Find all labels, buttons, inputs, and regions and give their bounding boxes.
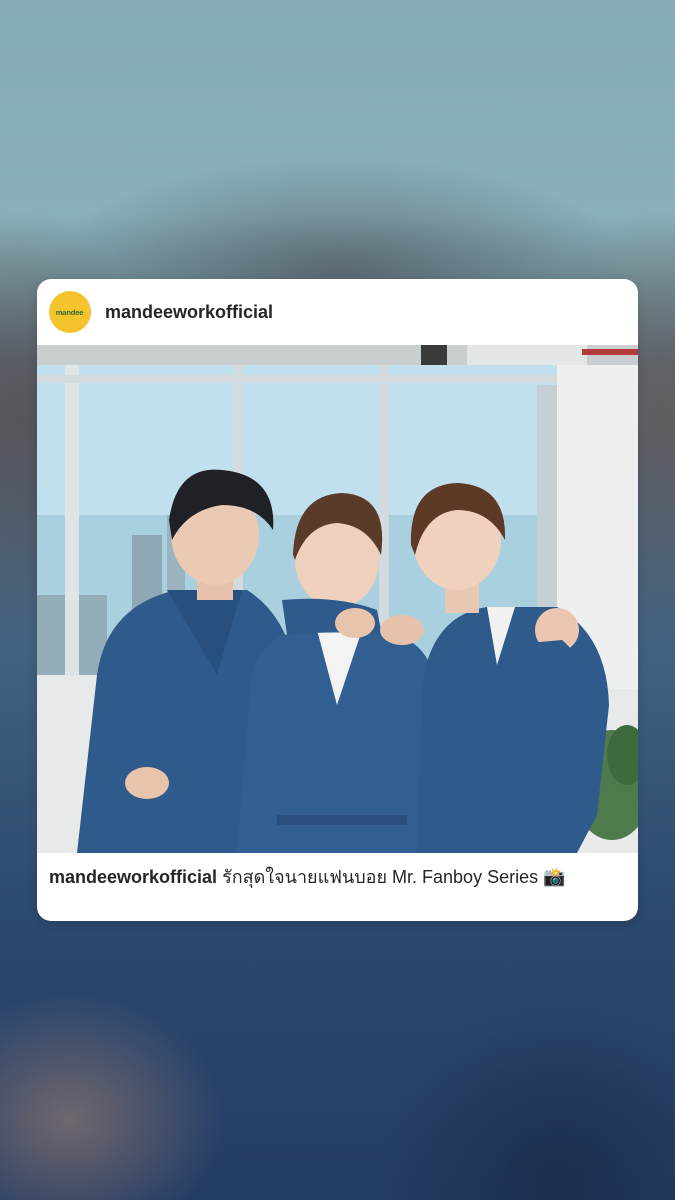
post-header: mandee mandeeworkofficial [37,279,638,345]
brand-logo-icon[interactable]: mandee [49,291,91,333]
post-caption: mandeeworkofficial รักสุดใจนายแฟนบอย Mr.… [49,865,626,890]
avatar-text: mandee [56,307,84,317]
post-photo[interactable] [37,345,638,853]
group-photo-illustration [37,345,638,853]
caption-text: รักสุดใจนายแฟนบอย Mr. Fanboy Series [222,867,539,887]
post-username[interactable]: mandeeworkofficial [105,302,273,323]
camera-flash-emoji: 📸 [543,867,566,888]
caption-username[interactable]: mandeeworkofficial [49,867,217,887]
instagram-post-card[interactable]: mandee mandeeworkofficial mandeeworkoffi… [37,279,638,921]
